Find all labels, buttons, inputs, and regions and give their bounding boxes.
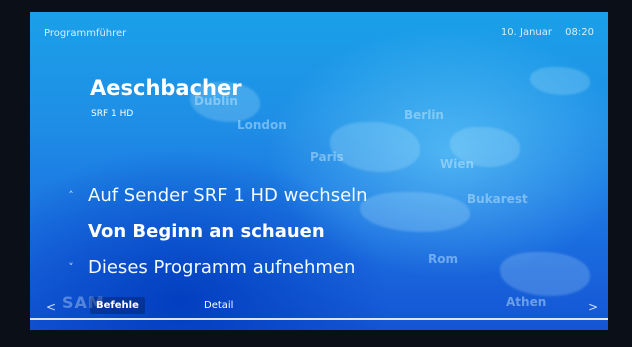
menu-item-switch-channel[interactable]: ˄ Auf Sender SRF 1 HD wechseln [60, 178, 368, 214]
map-landmass [530, 67, 590, 95]
chevron-right-icon[interactable]: > [588, 300, 598, 314]
map-city-label: Paris [310, 150, 344, 164]
footer-bar: SAM < Befehle Detail > [30, 293, 608, 320]
tab-detail[interactable]: Detail [204, 297, 233, 314]
menu-item-label: Von Beginn an schauen [88, 221, 325, 242]
datetime: 10. Januar 08:20 [501, 27, 594, 38]
menu-item-record-program[interactable]: ˅ Dieses Programm aufnehmen [60, 250, 368, 286]
date-label: 10. Januar [500, 27, 552, 38]
map-city-label: Berlin [404, 108, 444, 122]
channel-name: SRF 1 HD [91, 109, 134, 119]
tv-screen: Dublin London Berlin Paris Wien Bukarest… [30, 12, 608, 330]
chevron-up-icon: ˄ [68, 189, 74, 202]
time-label: 08:20 [565, 27, 594, 38]
map-city-label: Wien [440, 157, 475, 171]
guide-section-label: Programmführer [44, 28, 127, 39]
menu-item-label: Dieses Programm aufnehmen [88, 257, 356, 278]
map-city-label: Rom [428, 252, 458, 266]
chevron-down-icon: ˅ [68, 261, 74, 274]
map-landmass [500, 252, 590, 296]
map-city-label: London [237, 118, 287, 132]
footer-divider [30, 318, 608, 320]
action-menu: ˄ Auf Sender SRF 1 HD wechseln Von Begin… [60, 178, 368, 286]
map-landmass [360, 192, 470, 232]
menu-item-watch-from-start[interactable]: Von Beginn an schauen [60, 214, 368, 250]
program-title: Aeschbacher [90, 76, 242, 100]
tab-commands[interactable]: Befehle [90, 297, 145, 314]
map-city-label: Bukarest [467, 192, 528, 206]
map-landmass [330, 122, 420, 172]
chevron-left-icon[interactable]: < [46, 300, 56, 314]
menu-item-label: Auf Sender SRF 1 HD wechseln [88, 185, 368, 206]
